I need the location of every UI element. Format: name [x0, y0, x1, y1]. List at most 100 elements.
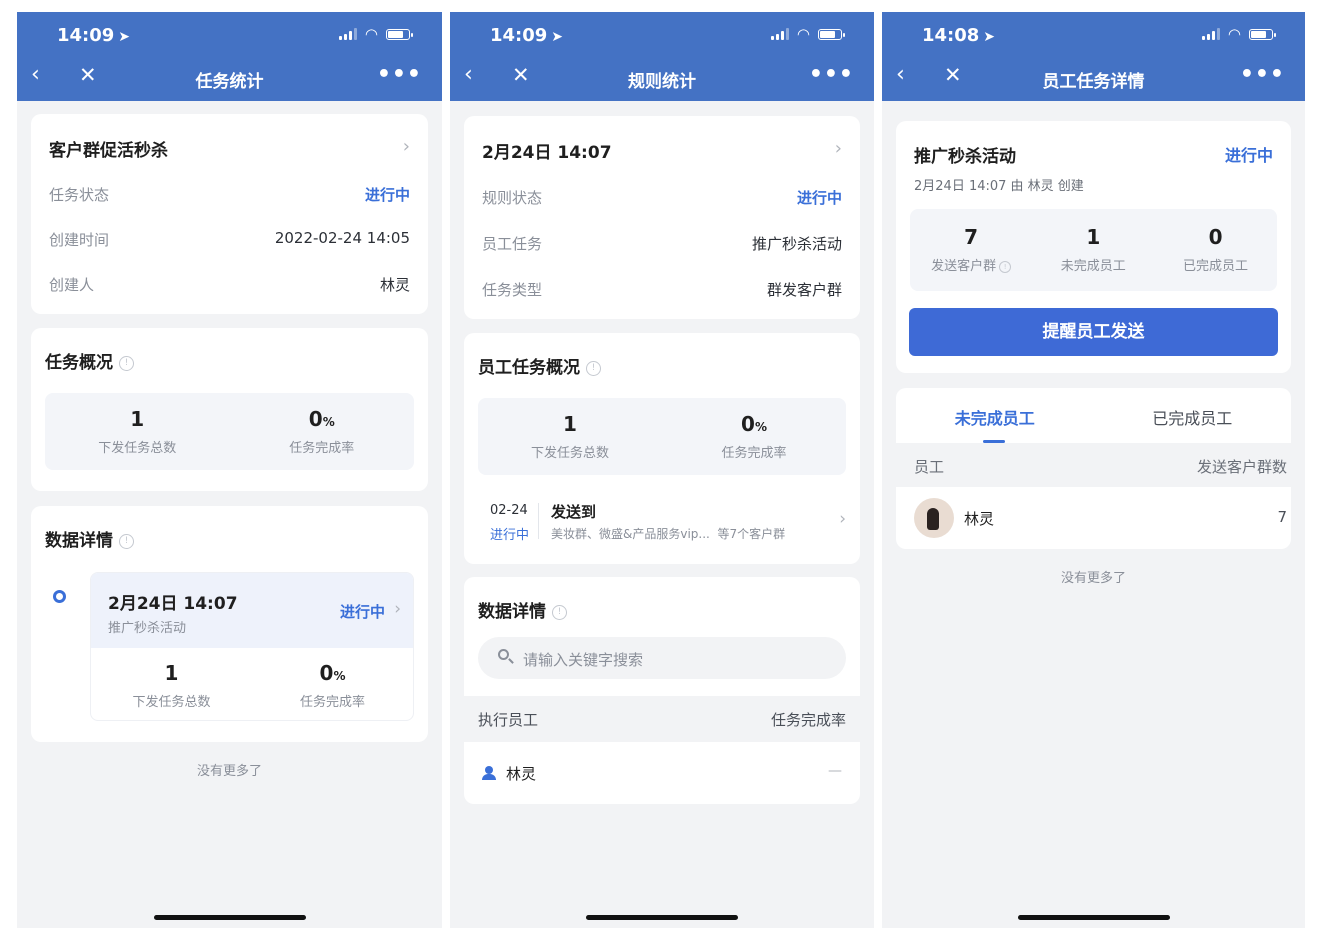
chevron-right-icon: ›: [394, 599, 401, 619]
send-targets: 美妆群、微盛&产品服务vip... 等7个客户群: [551, 527, 786, 541]
rule-name: 2月24日 14:07: [482, 143, 612, 163]
detail-date: 2月24日 14:07: [108, 594, 238, 614]
signal-icon: [770, 28, 789, 40]
task-summary-card: 推广秒杀活动 进行中 2月24日 14:07 由 林灵 创建 7 发送客户群! …: [896, 121, 1291, 373]
stat-total: 1 下发任务总数: [530, 412, 609, 461]
overview-card: 员工任务概况! 1 下发任务总数 0% 任务完成率 02-24 进行中 发送到 …: [464, 333, 860, 564]
task-info-card[interactable]: 客户群促活秒杀 › 任务状态 进行中 创建时间 2022-02-24 14:05…: [31, 114, 428, 314]
stat-finished: 0 已完成员工: [1183, 225, 1249, 274]
task-name: 客户群促活秒杀: [49, 141, 168, 161]
battery-icon: [1249, 28, 1276, 40]
stat-unfinished: 1 未完成员工: [1060, 225, 1126, 274]
status-icons: ◠: [1201, 25, 1276, 43]
chevron-right-icon: ›: [839, 509, 846, 529]
row-creator: 创建人 林灵: [49, 276, 410, 294]
detail-stat-total: 1 下发任务总数: [132, 661, 211, 710]
row-task-status: 任务状态 进行中: [49, 186, 410, 204]
table-row[interactable]: 林灵 —: [464, 742, 860, 804]
search-icon-handle: [508, 658, 514, 664]
table-header: 员工 发送客户群数: [896, 443, 1291, 487]
wifi-icon: ◠: [1227, 25, 1241, 43]
row-employee-task: 员工任务 推广秒杀活动: [482, 235, 842, 253]
status-badge: 进行中: [796, 189, 842, 207]
avatar: [914, 498, 954, 538]
user-icon: [482, 766, 496, 780]
tab-unfinished[interactable]: 未完成员工: [896, 405, 1094, 429]
stat-rate: 0% 任务完成率: [289, 407, 355, 456]
status-badge: 进行中: [490, 528, 530, 543]
stat-total: 1 下发任务总数: [98, 407, 177, 456]
row-task-type: 任务类型 群发客户群: [482, 281, 842, 299]
home-indicator: [153, 915, 306, 920]
top-bar: 14:09 ➤ ◠ ‹ ✕ 规则统计 •••: [450, 12, 874, 101]
screen-employee-task-detail: 14:08 ➤ ◠ ‹ ✕ 员工任务详情 ••• 推广秒杀活动 进行中 2月24日…: [882, 12, 1305, 928]
details-title: 数据详情!: [45, 526, 134, 551]
overview-card: 任务概况! 1 下发任务总数 0% 任务完成率: [31, 328, 428, 491]
status-icons: ◠: [770, 25, 845, 43]
status-badge: 进行中: [339, 603, 385, 621]
status-badge: 进行中: [364, 186, 410, 204]
details-title: 数据详情!: [478, 597, 567, 622]
detail-item-header: 2月24日 14:07 推广秒杀活动 进行中 ›: [91, 573, 413, 648]
send-date: 02-24: [490, 503, 528, 518]
status-time: 14:08 ➤: [922, 25, 996, 46]
screen-rule-statistics: 14:09 ➤ ◠ ‹ ✕ 规则统计 ••• 2月24日 14:07 › 规则状态…: [450, 12, 874, 928]
stat-rate: 0% 任务完成率: [721, 412, 787, 461]
employee-rate: —: [828, 763, 842, 779]
battery-icon: [818, 28, 845, 40]
search-input[interactable]: 请输入关键字搜索: [478, 637, 846, 679]
info-icon[interactable]: !: [999, 260, 1012, 273]
row-created-time: 创建时间 2022-02-24 14:05: [49, 229, 410, 249]
overview-stats: 1 下发任务总数 0% 任务完成率: [478, 398, 846, 475]
rule-info-card[interactable]: 2月24日 14:07 › 规则状态 进行中 员工任务 推广秒杀活动 任务类型 …: [464, 116, 860, 319]
no-more-text: 没有更多了: [196, 764, 262, 779]
location-arrow-icon: ➤: [551, 29, 564, 45]
stat-groups-sent: 7 发送客户群!: [910, 225, 1032, 274]
info-icon[interactable]: !: [119, 533, 134, 549]
row-rule-status: 规则状态 进行中: [482, 189, 842, 207]
divider: [538, 503, 539, 539]
timeline-dot: [53, 590, 66, 603]
table-header: 执行员工 任务完成率: [464, 696, 860, 742]
no-more-text: 没有更多了: [1060, 571, 1126, 586]
info-icon[interactable]: !: [586, 360, 601, 376]
table-row[interactable]: 林灵 7: [896, 487, 1291, 549]
group-count: 7: [1277, 508, 1287, 526]
status-icons: ◠: [338, 25, 413, 43]
overview-title: 员工任务概况!: [478, 353, 601, 378]
details-card: 数据详情! 2月24日 14:07 推广秒杀活动 进行中 › 1 下发任务总数 …: [31, 506, 428, 742]
detail-subtitle: 推广秒杀活动: [108, 621, 187, 636]
search-icon: [498, 649, 509, 660]
more-icon[interactable]: •••: [1240, 62, 1285, 87]
info-icon[interactable]: !: [552, 604, 567, 620]
info-icon[interactable]: !: [119, 355, 134, 371]
home-indicator: [586, 915, 738, 920]
tab-finished[interactable]: 已完成员工: [1094, 405, 1292, 429]
send-item[interactable]: 02-24 进行中 发送到 美妆群、微盛&产品服务vip... 等7个客户群 ›: [478, 495, 846, 545]
wifi-icon: ◠: [796, 25, 810, 43]
more-icon[interactable]: •••: [809, 62, 854, 87]
employee-name: 林灵: [964, 510, 995, 528]
signal-icon: [338, 28, 357, 40]
employee-list-card: 未完成员工 已完成员工 员工 发送客户群数 林灵 7: [896, 388, 1291, 549]
remind-button[interactable]: 提醒员工发送: [909, 308, 1278, 356]
task-name: 推广秒杀活动: [914, 147, 1016, 167]
employee-name: 林灵: [506, 765, 537, 783]
task-meta: 2月24日 14:07 由 林灵 创建: [914, 179, 1084, 194]
more-icon[interactable]: •••: [377, 62, 422, 87]
battery-icon: [386, 28, 413, 40]
details-card: 数据详情! 请输入关键字搜索 执行员工 任务完成率 林灵 —: [464, 577, 860, 804]
detail-item[interactable]: 2月24日 14:07 推广秒杀活动 进行中 › 1 下发任务总数 0% 任务完…: [90, 572, 414, 721]
detail-stat-rate: 0% 任务完成率: [299, 661, 365, 710]
location-arrow-icon: ➤: [118, 29, 131, 45]
status-badge: 进行中: [1224, 146, 1273, 165]
overview-stats: 1 下发任务总数 0% 任务完成率: [45, 393, 414, 470]
screen-task-statistics: 14:09 ➤ ◠ ‹ ✕ 任务统计 ••• 客户群促活秒杀 › 任务状态 进行中…: [17, 12, 442, 928]
wifi-icon: ◠: [364, 25, 378, 43]
overview-title: 任务概况!: [45, 348, 134, 373]
signal-icon: [1201, 28, 1220, 40]
chevron-right-icon: ›: [402, 136, 410, 157]
top-bar: 14:08 ➤ ◠ ‹ ✕ 员工任务详情 •••: [882, 12, 1305, 101]
chevron-right-icon: ›: [834, 138, 842, 159]
top-bar: 14:09 ➤ ◠ ‹ ✕ 任务统计 •••: [17, 12, 442, 101]
